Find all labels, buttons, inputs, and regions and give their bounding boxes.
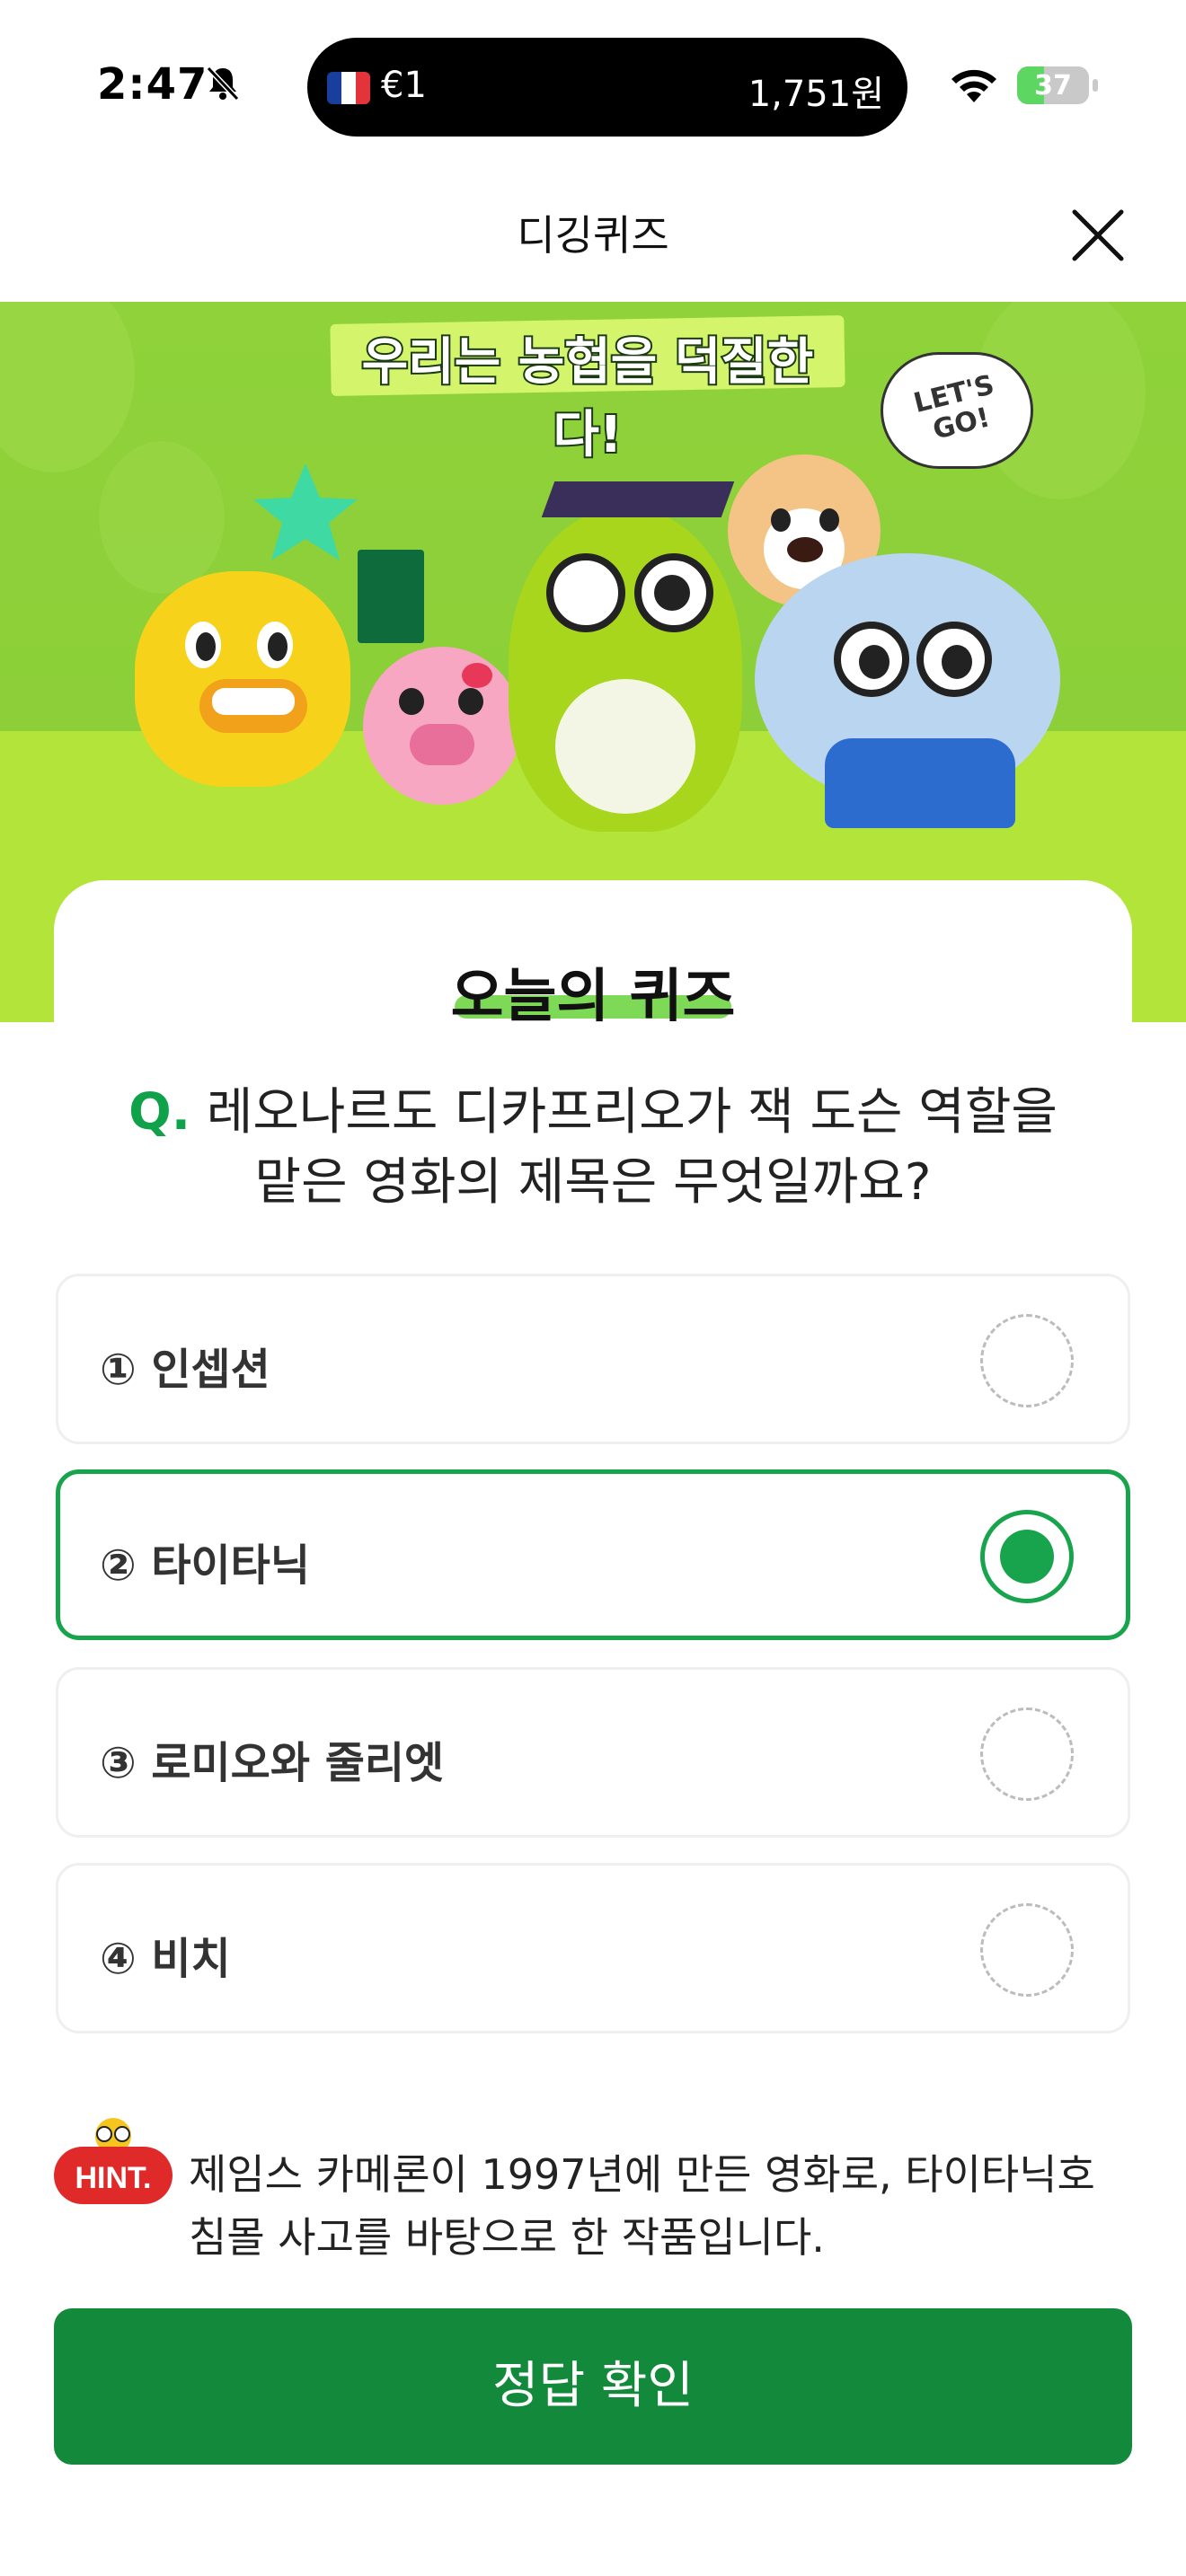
option-1[interactable]: ① 인셉션 (56, 1274, 1130, 1444)
option-label: ① 인셉션 (100, 1345, 270, 1395)
dynamic-island[interactable]: €1 1,751원 (307, 38, 907, 137)
option-label: ② 타이타닉 (100, 1540, 310, 1591)
status-bar: 2:47 €1 1,751원 37 (0, 0, 1186, 171)
wifi-icon (951, 69, 996, 102)
banner-title: 우리는 농협을 덕질한다! (360, 331, 816, 466)
radio-button[interactable] (980, 1314, 1074, 1407)
option-2[interactable]: ② 타이타닉 (56, 1469, 1130, 1640)
hint-label: HINT. (75, 2161, 152, 2195)
option-label: ④ 비치 (100, 1934, 231, 1984)
battery-percent: 37 (1034, 70, 1072, 101)
island-currency: €1 (381, 65, 427, 106)
battery-charging-icon: 37 (1017, 66, 1098, 104)
option-4[interactable]: ④ 비치 (56, 1863, 1130, 2033)
status-time: 2:47 (97, 59, 208, 110)
bell-slash-icon (206, 66, 240, 101)
close-icon[interactable] (1066, 203, 1130, 268)
option-label: ③ 로미오와 줄리엣 (100, 1738, 445, 1788)
quiz-heading: 오늘의 퀴즈 (450, 964, 736, 1030)
hint-text: 제임스 카메론이 1997년에 만든 영화로, 타이타닉호 침몰 사고를 바탕으… (189, 2150, 1095, 2262)
island-amount: 1,751원 (748, 74, 884, 115)
radio-button[interactable] (980, 1707, 1074, 1801)
confirm-answer-button[interactable]: 정답 확인 (54, 2308, 1132, 2465)
question-body: 레오나르도 디카프리오가 잭 도슨 역할을 맡은 영화의 제목은 무엇일까요? (206, 1083, 1058, 1212)
radio-button[interactable] (980, 1903, 1074, 1997)
france-flag-icon (327, 72, 370, 104)
question-text: Q. 레오나르도 디카프리오가 잭 도슨 역할을 맡은 영화의 제목은 무엇일까… (99, 1078, 1087, 1218)
hint-badge-icon: HINT. (54, 2118, 173, 2204)
page-title: 디깅퀴즈 (517, 211, 669, 260)
radio-button-selected[interactable] (980, 1510, 1074, 1603)
question-prefix: Q. (128, 1083, 191, 1142)
option-3[interactable]: ③ 로미오와 줄리엣 (56, 1667, 1130, 1838)
